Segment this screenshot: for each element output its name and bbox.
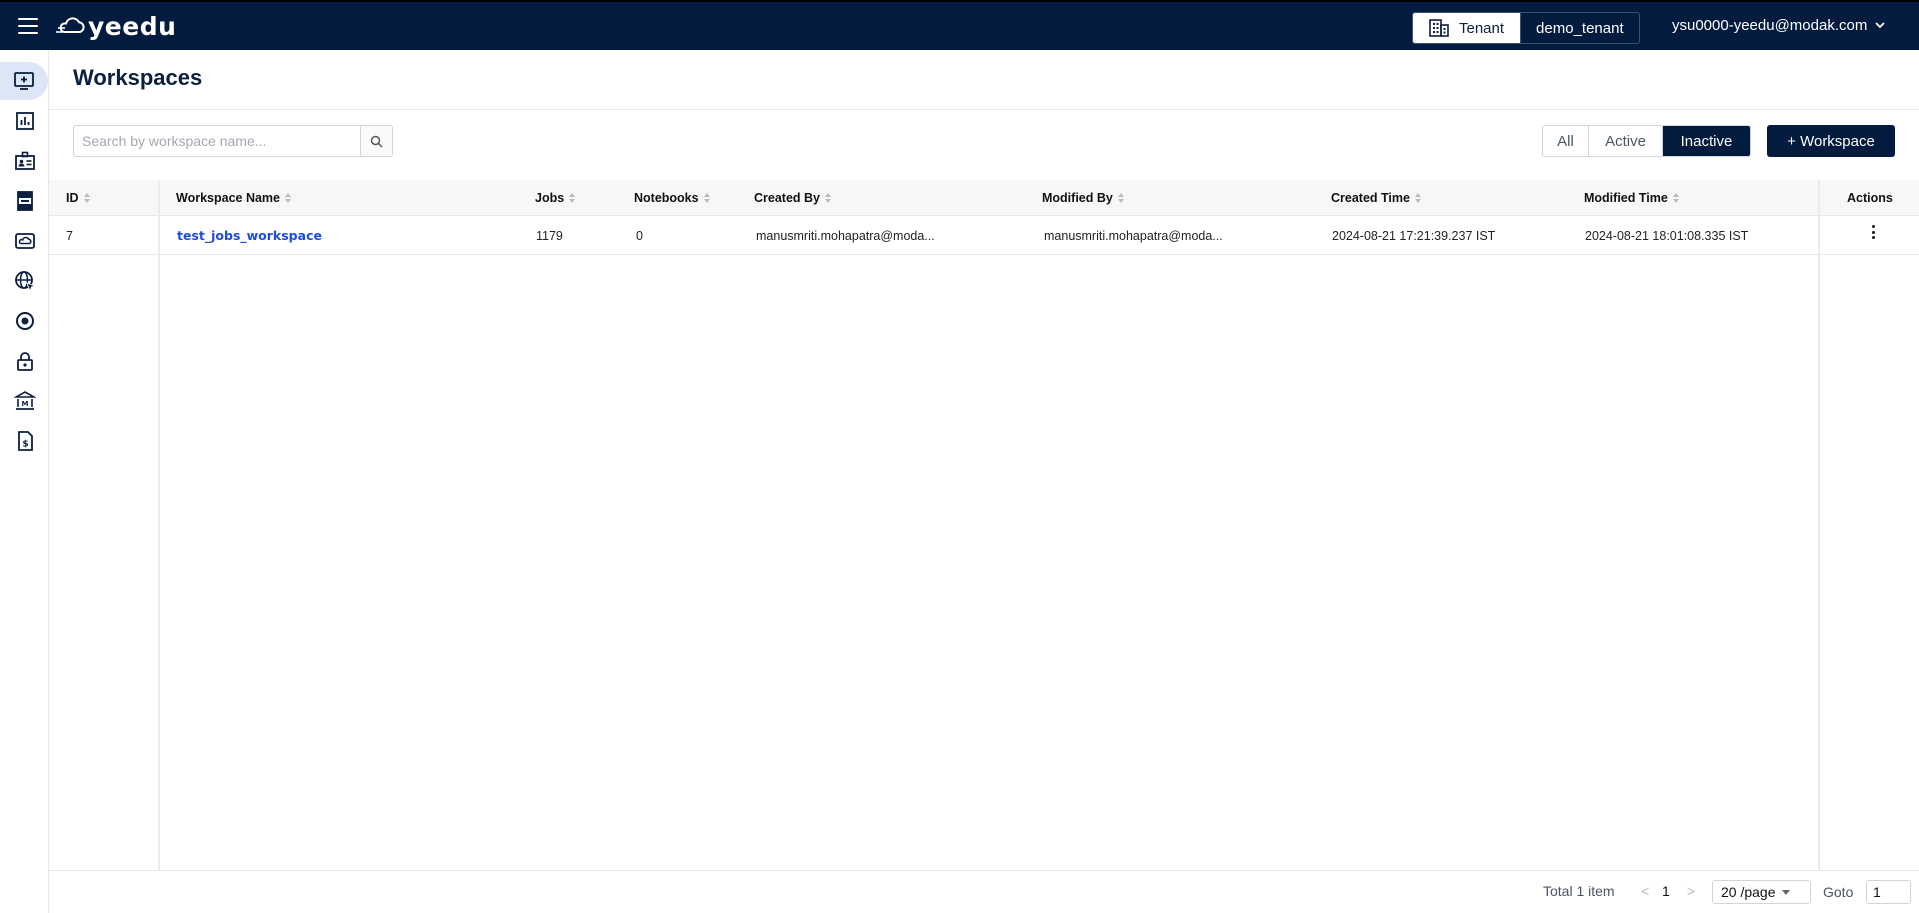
globe-cursor-icon xyxy=(14,271,36,292)
bank-icon: M xyxy=(13,391,36,410)
cell-notebooks: 0 xyxy=(636,228,643,243)
workspace-icon xyxy=(14,72,34,90)
column-header-notebooks[interactable]: Notebooks xyxy=(634,180,711,216)
cell-created-time: 2024-08-21 17:21:39.237 IST xyxy=(1332,228,1496,243)
cell-created-by: manusmriti.mohapatra@moda... xyxy=(756,228,935,243)
server-rack-icon xyxy=(16,191,33,211)
sidebar-item-clusters[interactable] xyxy=(0,182,49,220)
search-input[interactable] xyxy=(74,126,360,156)
lock-icon xyxy=(16,352,33,371)
column-header-workspace-name[interactable]: Workspace Name xyxy=(176,180,292,216)
page-title: Workspaces xyxy=(73,65,203,90)
building-icon xyxy=(1429,19,1449,37)
search-button[interactable] xyxy=(360,126,392,156)
current-page-button[interactable]: 1 xyxy=(1662,883,1670,899)
column-header-modified-time[interactable]: Modified Time xyxy=(1584,180,1680,216)
user-menu[interactable]: ysu0000-yeedu@modak.com xyxy=(1672,17,1885,34)
filter-active-button[interactable]: Active xyxy=(1589,126,1663,156)
sidebar: M $ xyxy=(0,50,49,913)
previous-page-button[interactable]: < xyxy=(1641,883,1649,899)
cell-jobs: 1179 xyxy=(536,228,563,243)
svg-text:$: $ xyxy=(22,440,28,450)
column-header-created-time[interactable]: Created Time xyxy=(1331,180,1422,216)
cell-modified-by: manusmriti.mohapatra@moda... xyxy=(1044,228,1223,243)
cell-modified-time: 2024-08-21 18:01:08.335 IST xyxy=(1585,228,1749,243)
sort-icon xyxy=(825,193,832,203)
row-actions-kebab-icon[interactable] xyxy=(1869,224,1877,240)
cell-id: 7 xyxy=(66,228,73,243)
page-size-select[interactable]: 20 /page xyxy=(1712,880,1811,904)
filter-inactive-button[interactable]: Inactive xyxy=(1663,126,1750,156)
table-row[interactable]: 7 test_jobs_workspace 1179 0 manusmriti.… xyxy=(49,216,1919,255)
id-card-icon xyxy=(14,151,35,170)
tenant-button[interactable]: Tenant xyxy=(1413,13,1521,43)
add-workspace-button[interactable]: + Workspace xyxy=(1767,125,1895,157)
sort-icon xyxy=(569,193,576,203)
cloud-drive-icon xyxy=(14,233,35,249)
sort-icon xyxy=(1672,193,1680,203)
sort-icon xyxy=(285,193,292,203)
sidebar-item-dashboard[interactable] xyxy=(0,102,49,140)
actions-column-divider xyxy=(1818,180,1820,870)
logo-text: yeedu xyxy=(88,12,177,41)
column-header-modified-by[interactable]: Modified By xyxy=(1042,180,1125,216)
tenant-switcher: Tenant demo_tenant xyxy=(1412,12,1640,44)
next-page-button[interactable]: > xyxy=(1687,883,1695,899)
page-size-value: 20 /page xyxy=(1721,884,1776,900)
sidebar-item-targets[interactable] xyxy=(0,302,49,340)
tenant-name[interactable]: demo_tenant xyxy=(1520,13,1639,43)
filter-all-button[interactable]: All xyxy=(1543,126,1589,156)
column-header-jobs[interactable]: Jobs xyxy=(535,180,576,216)
hamburger-menu-icon[interactable] xyxy=(18,18,38,34)
table-header: ID Workspace Name Jobs Notebooks Created… xyxy=(49,180,1919,216)
caret-down-icon xyxy=(1781,889,1790,895)
search-box xyxy=(73,125,393,157)
sidebar-item-workspaces[interactable] xyxy=(0,62,48,100)
svg-text:M: M xyxy=(21,400,28,408)
sidebar-item-users[interactable] xyxy=(0,142,49,180)
sidebar-item-network[interactable] xyxy=(0,262,49,300)
bar-chart-icon xyxy=(15,112,34,130)
frozen-column-divider xyxy=(158,180,160,870)
user-email: ysu0000-yeedu@modak.com xyxy=(1672,17,1868,34)
column-header-actions: Actions xyxy=(1847,191,1893,205)
total-items: Total 1 item xyxy=(1543,883,1615,899)
sort-icon xyxy=(703,193,711,203)
footer-divider xyxy=(49,870,1919,871)
chevron-down-icon xyxy=(1875,22,1885,29)
column-header-created-by[interactable]: Created By xyxy=(754,180,832,216)
tenant-label: Tenant xyxy=(1459,19,1505,37)
sort-icon xyxy=(1117,193,1125,203)
sidebar-item-invoices[interactable]: $ xyxy=(0,422,49,460)
billing-icon: $ xyxy=(17,431,33,451)
sort-icon xyxy=(1414,193,1422,203)
sort-icon xyxy=(83,193,91,203)
cloud-logo-icon xyxy=(56,16,85,33)
goto-page-input[interactable] xyxy=(1866,880,1911,904)
search-icon xyxy=(370,135,383,148)
workspace-name-link[interactable]: test_jobs_workspace xyxy=(177,216,322,255)
yeedu-logo[interactable]: yeedu xyxy=(56,12,176,41)
title-divider xyxy=(49,109,1919,110)
top-navbar: yeedu Tenant demo_tenant ysu0000-yeedu@m… xyxy=(0,0,1919,50)
sidebar-item-storage[interactable] xyxy=(0,222,49,260)
column-header-id[interactable]: ID xyxy=(66,180,91,216)
status-filter-group: All Active Inactive xyxy=(1542,125,1751,157)
target-icon xyxy=(15,312,34,330)
sidebar-item-security[interactable] xyxy=(0,342,49,380)
sidebar-item-billing-bank[interactable]: M xyxy=(0,382,49,420)
goto-label: Goto xyxy=(1823,884,1854,900)
